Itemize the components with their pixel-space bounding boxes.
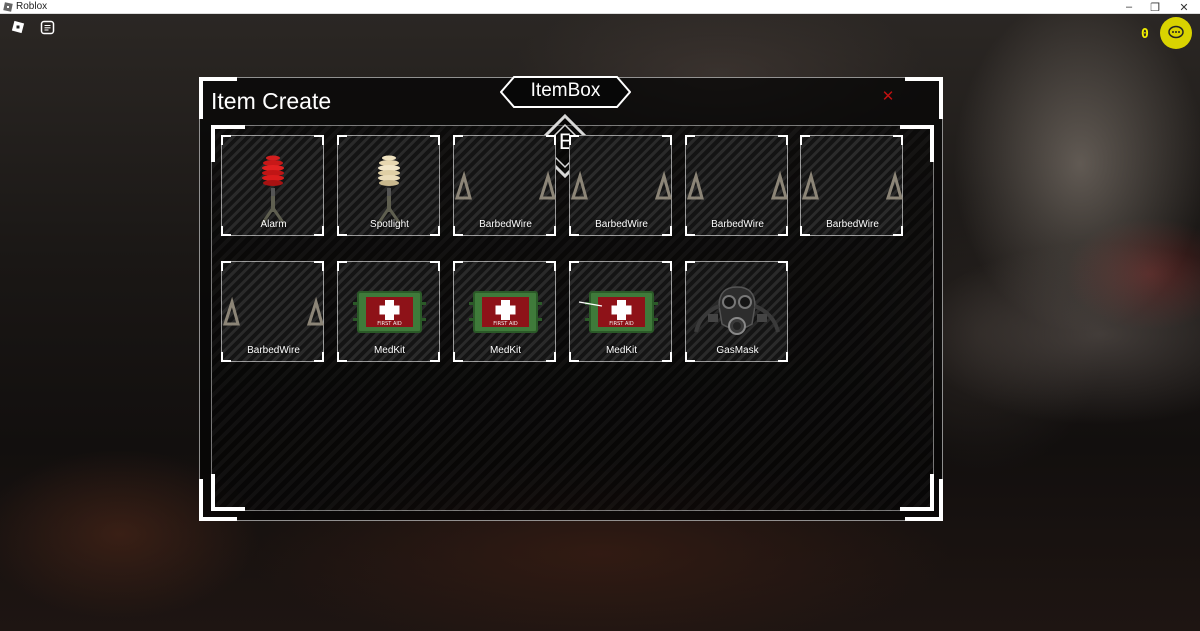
item-label: BarbedWire [711, 219, 764, 230]
item-slot-alarm[interactable]: Alarm [221, 135, 324, 236]
minimize-icon[interactable]: – [1115, 0, 1143, 14]
item-label: MedKit [373, 345, 406, 356]
chat-bubble-icon[interactable] [1160, 17, 1192, 49]
grid-corner [211, 474, 245, 511]
grid-corner [900, 474, 934, 511]
panel-corner [905, 77, 943, 119]
close-button[interactable]: ✕ [879, 87, 897, 105]
close-icon: ✕ [881, 87, 895, 105]
item-slot-barbedwire[interactable]: BarbedWire [453, 135, 556, 236]
item-slot-barbedwire[interactable]: BarbedWire [221, 261, 324, 362]
item-label: Alarm [260, 219, 287, 230]
window-titlebar: Roblox – ❐ ✕ [0, 0, 1200, 14]
item-slot-medkit[interactable]: FIRST AID MedKit [453, 261, 556, 362]
item-label: BarbedWire [247, 345, 300, 356]
medkit-badge: FIRST AID [377, 321, 402, 327]
item-slot-medkit[interactable]: FIRST AID MedKit [569, 261, 672, 362]
item-label: Spotlight [370, 219, 409, 230]
item-slot-spotlight[interactable]: Spotlight [337, 135, 440, 236]
item-label: BarbedWire [595, 219, 648, 230]
item-slot-barbedwire[interactable]: BarbedWire [685, 135, 788, 236]
item-slot-barbedwire[interactable]: BarbedWire [800, 135, 903, 236]
item-label: MedKit [605, 345, 638, 356]
close-icon[interactable]: ✕ [1170, 0, 1198, 14]
chat-icon[interactable] [39, 19, 55, 35]
window-title: Roblox [16, 1, 48, 12]
medkit-badge: FIRST AID [493, 321, 518, 327]
item-label: GasMask [716, 345, 759, 356]
roblox-logo-icon[interactable] [10, 19, 26, 35]
coin-count: 0 [1141, 27, 1149, 42]
restore-icon[interactable]: ❐ [1141, 0, 1169, 14]
item-slot-medkit[interactable]: FIRST AID MedKit [337, 261, 440, 362]
roblox-app-icon [3, 2, 13, 12]
item-label: MedKit [489, 345, 522, 356]
grid-corner [900, 125, 934, 162]
item-label: BarbedWire [826, 219, 879, 230]
medkit-badge: FIRST AID [609, 321, 634, 327]
panel-title: Item Create [211, 88, 332, 114]
item-slot-gasmask[interactable]: GasMask [685, 261, 788, 362]
item-slot-barbedwire[interactable]: BarbedWire [569, 135, 672, 236]
item-label: BarbedWire [479, 219, 532, 230]
itembox-tab-label[interactable]: ItemBox [500, 80, 631, 102]
